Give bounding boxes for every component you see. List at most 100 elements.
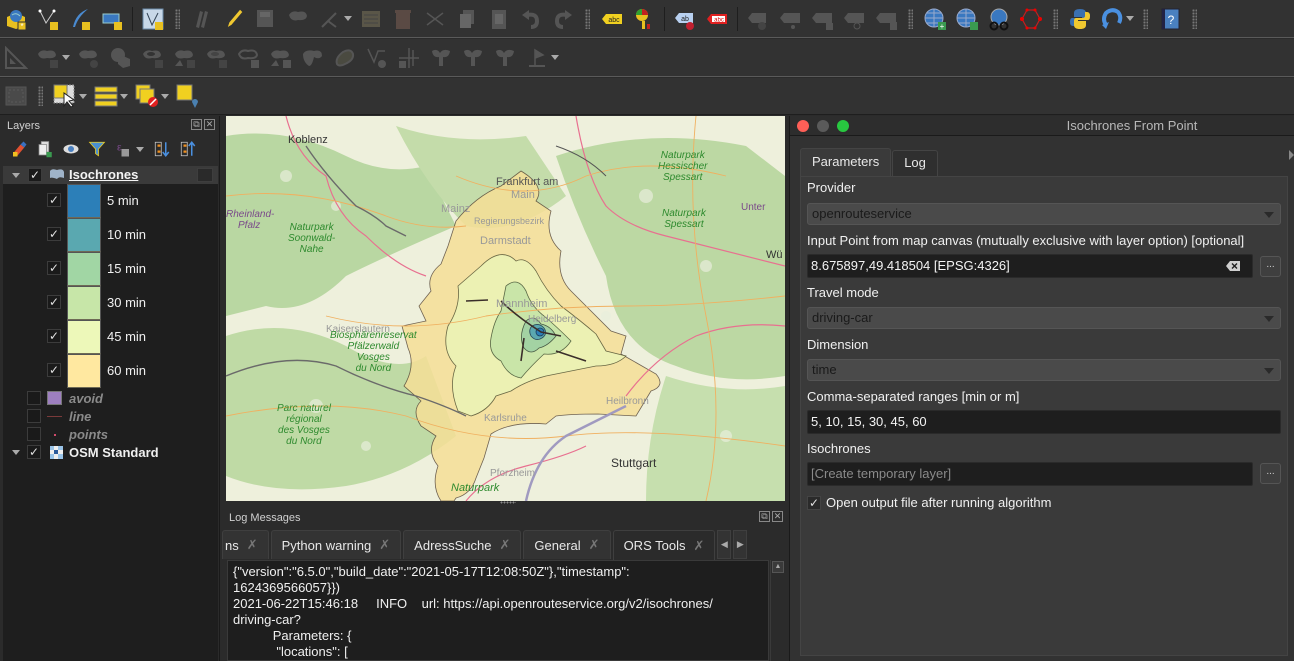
- highlight-pinned-label-icon[interactable]: ab: [673, 7, 697, 31]
- tab-close-icon[interactable]: ✗: [589, 537, 600, 553]
- current-edits-icon[interactable]: [190, 7, 214, 31]
- isochrones-output-field[interactable]: [Create temporary layer]: [807, 462, 1253, 486]
- legend-checkbox[interactable]: ✓: [47, 261, 61, 275]
- move-feature-dropdown[interactable]: [62, 55, 70, 60]
- modify-attributes-icon[interactable]: [359, 7, 383, 31]
- select-by-location-icon[interactable]: [176, 84, 200, 108]
- change-label-icon[interactable]: [842, 7, 866, 31]
- legend-checkbox[interactable]: ✓: [47, 295, 61, 309]
- filter-expression-icon[interactable]: ε: [114, 140, 132, 158]
- log-tab[interactable]: General ✗: [523, 530, 611, 559]
- collapse-all-icon[interactable]: [179, 140, 197, 158]
- dialog-titlebar[interactable]: Isochrones From Point: [790, 116, 1294, 136]
- new-geopackage-icon[interactable]: [100, 7, 124, 31]
- python-console-icon[interactable]: [1068, 7, 1092, 31]
- tab-parameters[interactable]: Parameters: [800, 148, 892, 176]
- log-tab-active[interactable]: ORS Tools ✗: [612, 530, 716, 560]
- rotate-point-symbols-icon[interactable]: [525, 46, 549, 70]
- layer-row-isochrones[interactable]: ✓ Isochrones: [3, 166, 218, 184]
- reshape-feature-icon[interactable]: [301, 46, 325, 70]
- provider-select[interactable]: openrouteservice: [807, 203, 1281, 225]
- toolbar-grip[interactable]: [908, 8, 913, 29]
- input-point-field[interactable]: 8.675897,49.418504 [EPSG:4326]: [807, 254, 1253, 278]
- layer-checkbox[interactable]: [27, 409, 41, 423]
- tab-scroll-right-button[interactable]: ▶: [733, 530, 748, 559]
- pin-label-icon[interactable]: abc: [705, 7, 729, 31]
- move-label-icon[interactable]: [778, 7, 802, 31]
- layer-row-points[interactable]: points: [3, 425, 218, 443]
- expand-toggle[interactable]: [12, 450, 20, 455]
- legend-checkbox[interactable]: ✓: [47, 193, 61, 207]
- open-styling-icon[interactable]: [10, 140, 28, 158]
- map-canvas[interactable]: Koblenz Frankfurt am Main Mainz Regierun…: [226, 116, 785, 501]
- legend-checkbox[interactable]: ✓: [47, 227, 61, 241]
- change-label-properties-icon[interactable]: [874, 7, 898, 31]
- merge-features-icon[interactable]: [461, 46, 485, 70]
- select-features-dropdown[interactable]: [79, 93, 87, 99]
- tab-close-icon[interactable]: ✗: [500, 537, 511, 553]
- split-features-icon[interactable]: [397, 46, 421, 70]
- add-wms-layer-icon[interactable]: +: [923, 7, 947, 31]
- tab-close-icon[interactable]: ✗: [693, 538, 704, 554]
- toolbar-grip[interactable]: [175, 8, 180, 29]
- new-virtual-layer-icon[interactable]: [141, 7, 165, 31]
- layer-row-line[interactable]: line: [3, 407, 218, 425]
- add-ring-icon[interactable]: [141, 46, 165, 70]
- float-panel-icon[interactable]: ⧉: [191, 119, 202, 130]
- vertex-tool-icon[interactable]: [318, 7, 342, 31]
- layer-indicator-icon[interactable]: [197, 168, 213, 182]
- delete-selected-icon[interactable]: [391, 7, 415, 31]
- expand-toggle[interactable]: [12, 173, 20, 178]
- new-spatialite-icon[interactable]: [68, 7, 92, 31]
- add-part-icon[interactable]: [173, 46, 197, 70]
- layer-checkbox[interactable]: [27, 391, 41, 405]
- float-panel-icon[interactable]: ⧉: [759, 511, 770, 522]
- vertex-tool-dropdown[interactable]: [344, 16, 352, 21]
- select-features-icon[interactable]: [53, 84, 77, 108]
- tab-close-icon[interactable]: ✗: [379, 537, 390, 553]
- dimension-select[interactable]: time: [807, 359, 1281, 381]
- tab-close-icon[interactable]: ✗: [247, 537, 258, 553]
- log-tab[interactable]: ns ✗: [222, 530, 269, 559]
- filter-expression-dropdown[interactable]: [136, 146, 144, 152]
- toggle-editing-icon[interactable]: [222, 7, 246, 31]
- layer-row-avoid[interactable]: avoid: [3, 389, 218, 407]
- toolbar-grip[interactable]: [1143, 8, 1148, 29]
- shape-digitize-icon[interactable]: [1019, 7, 1043, 31]
- legend-checkbox[interactable]: ✓: [47, 363, 61, 377]
- simplify-feature-icon[interactable]: [109, 46, 133, 70]
- legend-checkbox[interactable]: ✓: [47, 329, 61, 343]
- layer-checkbox[interactable]: ✓: [27, 445, 41, 459]
- expand-all-icon[interactable]: [153, 140, 171, 158]
- data-source-manager-icon[interactable]: *: [4, 7, 28, 31]
- undo-icon[interactable]: [519, 7, 543, 31]
- map-tips-icon[interactable]: [4, 84, 28, 108]
- log-text-area[interactable]: {"version":"6.5.0","build_date":"2021-05…: [227, 560, 769, 661]
- layer-checkbox[interactable]: [27, 427, 41, 441]
- show-hide-labels-icon[interactable]: [746, 7, 770, 31]
- log-tab[interactable]: AdressSuche ✗: [403, 530, 522, 559]
- rotate-label-icon[interactable]: [810, 7, 834, 31]
- add-group-icon[interactable]: [36, 140, 54, 158]
- panel-splitter-handle[interactable]: [500, 501, 516, 504]
- save-edits-icon[interactable]: [254, 7, 278, 31]
- close-panel-icon[interactable]: ✕: [204, 119, 215, 130]
- log-scrollbar[interactable]: ▲: [770, 560, 784, 661]
- tab-log[interactable]: Log: [892, 150, 938, 176]
- scroll-up-button[interactable]: ▲: [772, 561, 784, 573]
- ors-tools-icon[interactable]: [1100, 7, 1124, 31]
- offset-curve-icon[interactable]: [333, 46, 357, 70]
- add-wfs-layer-icon[interactable]: [955, 7, 979, 31]
- delete-ring-icon[interactable]: [237, 46, 261, 70]
- help-icon[interactable]: ?: [1158, 7, 1182, 31]
- layer-checkbox[interactable]: ✓: [28, 168, 42, 182]
- deselect-dropdown[interactable]: [161, 93, 169, 99]
- log-tab[interactable]: Python warning ✗: [270, 530, 402, 559]
- select-point-button[interactable]: ...: [1260, 256, 1281, 277]
- open-output-checkbox[interactable]: ✓: [807, 496, 821, 510]
- rotate-feature-icon[interactable]: [77, 46, 101, 70]
- toolbar-grip[interactable]: [1192, 8, 1197, 29]
- toolbar-grip[interactable]: [38, 86, 43, 106]
- manage-visibility-icon[interactable]: [62, 140, 80, 158]
- cut-features-icon[interactable]: [423, 7, 447, 31]
